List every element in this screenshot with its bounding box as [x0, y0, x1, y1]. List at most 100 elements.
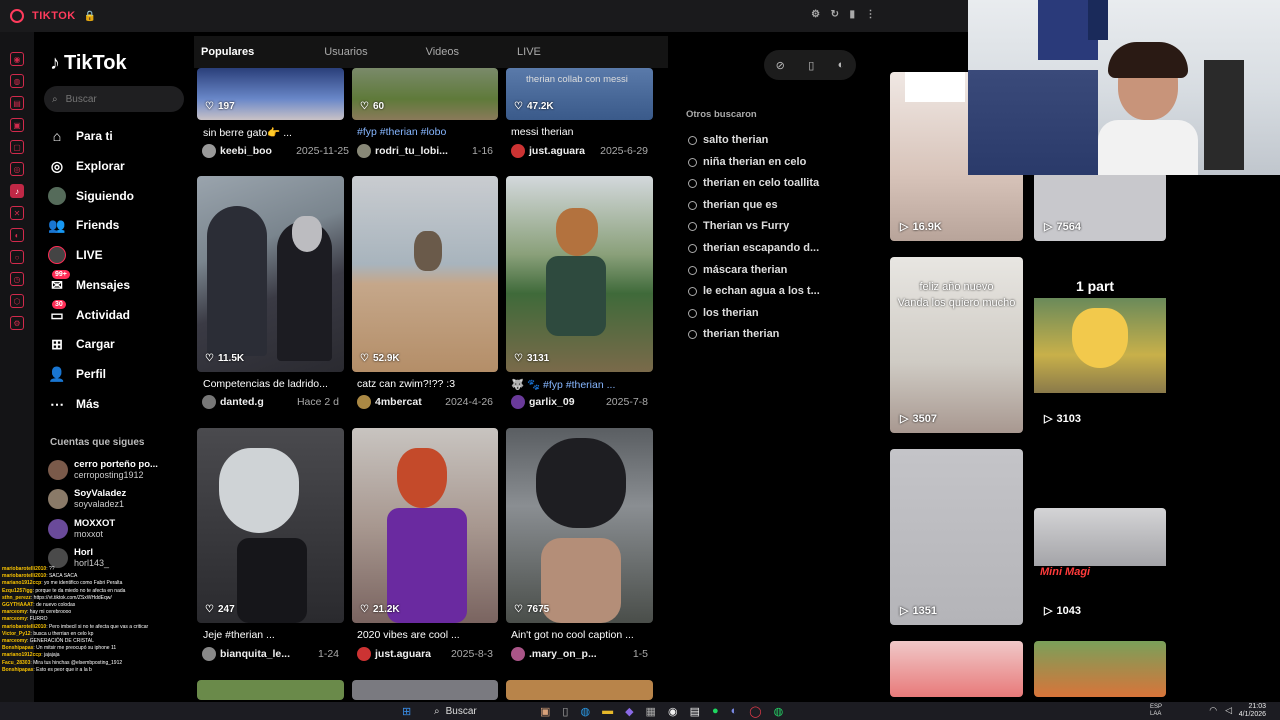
app-icon-10[interactable]: ○ — [10, 250, 24, 264]
video-caption[interactable]: Jeje #therian ... — [203, 629, 350, 641]
video-author[interactable]: keebi_boo — [220, 145, 272, 157]
tab-usuarios[interactable]: Usuarios — [320, 46, 371, 58]
video-caption[interactable]: messi therian — [511, 126, 658, 138]
video-thumbnail[interactable]: ♡ 60 — [352, 68, 498, 120]
video-thumbnail[interactable]: ♡ 3131 — [506, 176, 653, 372]
task-view-icon[interactable]: ▯ — [562, 705, 568, 718]
app-icon[interactable]: ◆ — [625, 705, 633, 718]
video-caption[interactable]: catz can zwim?!?? :3 — [357, 378, 504, 390]
spotify-icon[interactable]: ● — [712, 705, 719, 718]
suggestion-item[interactable]: niña therian en celo — [688, 156, 806, 168]
video-thumbnail[interactable]: ▷ 1351 — [890, 449, 1023, 625]
clock[interactable]: 21:03 4/1/2026 — [1239, 703, 1266, 719]
video-thumbnail[interactable]: ♡ 52.9K — [352, 176, 498, 372]
suggestion-item[interactable]: therian que es — [688, 199, 778, 211]
nav-explorar[interactable]: ◎ Explorar — [48, 157, 125, 175]
app-icon-2[interactable]: ◍ — [10, 74, 24, 88]
video-thumbnail[interactable]: Mini Magi ▷ 1043 — [1034, 508, 1166, 625]
edge-icon[interactable]: ◍ — [580, 705, 590, 718]
settings-icon[interactable]: ⚙ — [811, 9, 820, 20]
followed-account[interactable]: MOXXOT moxxot — [48, 518, 115, 540]
video-thumbnail[interactable] — [197, 680, 344, 700]
menu-icon[interactable]: ⋮ — [866, 9, 877, 20]
suggestion-item[interactable]: salto therian — [688, 134, 768, 146]
nav-mensajes[interactable]: ✉ 99+ Mensajes — [48, 270, 130, 294]
video-author[interactable]: bianquita_le... — [220, 648, 290, 660]
wifi-icon[interactable]: ◠ — [1209, 705, 1217, 716]
video-thumbnail[interactable]: therian collab con messi ♡ 47.2K — [506, 68, 653, 120]
video-thumbnail[interactable] — [890, 641, 1023, 697]
video-author[interactable]: rodri_tu_lobi... — [375, 145, 448, 157]
video-thumbnail[interactable]: ♡ 247 — [197, 428, 344, 623]
x-icon[interactable]: ✕ — [10, 206, 24, 220]
folder-icon[interactable]: ▬ — [602, 705, 613, 718]
suggestion-item[interactable]: therian en celo toallita — [688, 177, 819, 189]
suggestion-item[interactable]: los therian — [688, 307, 759, 319]
app-icon-12[interactable]: ⬡ — [10, 294, 24, 308]
video-caption[interactable]: sin berre gato👉 ... — [203, 126, 350, 139]
discord-icon[interactable]: ◐ — [731, 705, 738, 718]
volume-icon[interactable]: ◁ — [1225, 705, 1232, 716]
search-input[interactable] — [65, 93, 166, 105]
nav-cargar[interactable]: ⊞ Cargar — [48, 335, 115, 353]
twitch-icon[interactable]: ▢ — [10, 140, 24, 154]
app-icon-13[interactable]: ⚙ — [10, 316, 24, 330]
video-caption[interactable]: Competencias de ladrido... — [203, 378, 350, 390]
video-thumbnail[interactable]: ♡ 21.2K — [352, 428, 498, 623]
app-icon-1[interactable]: ◉ — [10, 52, 24, 66]
video-thumbnail[interactable] — [506, 680, 653, 700]
phone-icon[interactable]: ▯ — [808, 59, 814, 72]
store-icon[interactable]: ▦ — [646, 705, 656, 718]
nav-para-ti[interactable]: ⌂ Para ti — [48, 127, 113, 145]
video-caption[interactable]: 🐺 🐾 #fyp #therian ... — [511, 378, 658, 391]
taskbar-search[interactable]: ⌕ Buscar — [434, 704, 544, 718]
reload-icon[interactable]: ↻ — [831, 9, 840, 20]
app-icon-4[interactable]: ▣ — [10, 118, 24, 132]
followed-account[interactable]: cerro porteño po... cerroposting1912 — [48, 459, 158, 481]
windows-start-icon[interactable]: ⊞ — [402, 705, 411, 718]
app-icon-11[interactable]: ◷ — [10, 272, 24, 286]
tab-populares[interactable]: Populares — [197, 46, 258, 58]
suggestion-item[interactable]: máscara therian — [688, 264, 787, 276]
nav-siguiendo[interactable]: Siguiendo — [48, 187, 134, 205]
app-icon[interactable]: ▣ — [540, 705, 550, 718]
app-icon[interactable]: ▤ — [690, 705, 700, 718]
app-icon-3[interactable]: ▤ — [10, 96, 24, 110]
video-author[interactable]: just.aguara — [529, 145, 585, 157]
video-caption[interactable]: #fyp #therian #lobo — [357, 126, 504, 138]
video-thumbnail[interactable]: ♡ 7675 — [506, 428, 653, 623]
search-box[interactable]: ⌕ — [44, 86, 184, 112]
suggestion-item[interactable]: therian therian — [688, 328, 779, 340]
video-thumbnail[interactable]: feliz año nuevo Vanda los quiero mucho ▷… — [890, 257, 1023, 433]
discord-icon[interactable]: ◐ — [10, 228, 24, 242]
nav-actividad[interactable]: ▭ 30 Actividad — [48, 300, 130, 324]
video-thumbnail[interactable]: ▷ 7564 — [1034, 172, 1166, 241]
instagram-icon[interactable]: ◎ — [10, 162, 24, 176]
video-author[interactable]: just.aguara — [375, 648, 431, 660]
nav-mas[interactable]: ⋯ Más — [48, 395, 99, 413]
video-thumbnail[interactable]: ♡ 11.5K — [197, 176, 344, 372]
app-icon[interactable]: ◉ — [668, 705, 678, 718]
whatsapp-icon[interactable]: ◍ — [774, 705, 784, 718]
nav-live[interactable]: LIVE — [48, 246, 103, 264]
video-caption[interactable]: Ain't got no cool caption ... — [511, 629, 658, 641]
tiktok-icon[interactable]: ♪ — [10, 184, 24, 198]
suggestion-item[interactable]: Therian vs Furry — [688, 220, 789, 232]
suggestion-item[interactable]: therian escapando d... — [688, 242, 819, 254]
video-author[interactable]: garlix_09 — [529, 396, 575, 408]
video-thumbnail[interactable]: ♡ 197 — [197, 68, 344, 120]
video-author[interactable]: danted.g — [220, 396, 264, 408]
followed-account[interactable]: SoyValadez soyvaladez1 — [48, 488, 126, 510]
video-thumbnail[interactable] — [1034, 641, 1166, 697]
suggestion-item[interactable]: le echan agua a los t... — [688, 285, 820, 297]
keyboard-language[interactable]: ESP LAA — [1150, 704, 1162, 718]
nav-friends[interactable]: 👥 Friends — [48, 216, 119, 234]
tab-live[interactable]: LIVE — [513, 46, 545, 58]
tab-videos[interactable]: Videos — [422, 46, 463, 58]
video-thumbnail[interactable]: 1 part ▷ 3103 — [1034, 272, 1166, 433]
extension-icon[interactable]: ▮ — [849, 9, 855, 20]
opera-icon[interactable]: ◯ — [749, 705, 761, 718]
video-thumbnail[interactable] — [352, 680, 498, 700]
toggle-icon[interactable]: ◐ — [838, 59, 845, 71]
video-author[interactable]: .mary_on_p... — [529, 648, 597, 660]
